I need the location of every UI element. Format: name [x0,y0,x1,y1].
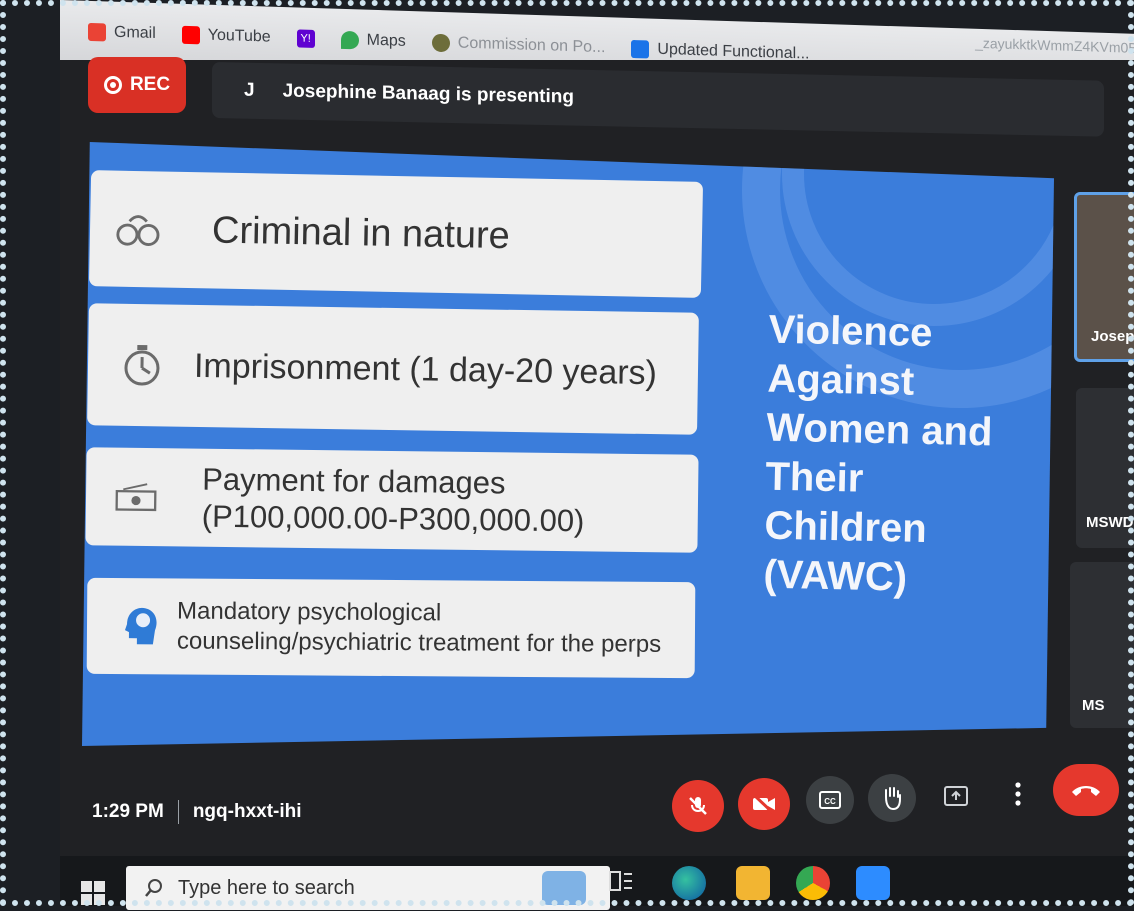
slide-item-text: Payment for damages (P100,000.00-P300,00… [202,461,586,540]
zoom-icon[interactable] [856,866,890,900]
camera-off-icon [752,793,775,815]
stopwatch-icon [120,343,165,388]
svg-text:CC: CC [824,797,836,806]
youtube-icon [181,25,200,45]
search-icon [145,879,162,897]
more-options-button[interactable] [994,770,1042,818]
hand-icon [885,787,901,811]
meeting-code: ngq-hxxt-ihi [192,801,302,822]
edge-browser-icon[interactable] [672,866,706,900]
money-icon [114,475,159,520]
bookmark-gmail[interactable]: Gmail [88,22,156,43]
camera-off-button[interactable] [738,778,790,830]
yahoo-icon: Y! [296,29,315,49]
mic-off-button[interactable] [672,780,724,832]
divider [177,800,179,824]
seal-icon [431,33,450,53]
map-pin-icon [340,30,359,50]
slide-item-text: Criminal in nature [211,208,511,257]
title-line: Women and [766,405,993,455]
bookmark-label: YouTube [207,26,271,46]
phone-hangup-icon [1072,786,1100,796]
bookmark-youtube[interactable]: YouTube [181,25,271,47]
participant-name: Josep [1091,328,1134,345]
bookmark-yahoo[interactable]: Y! [296,29,315,49]
record-icon [103,76,122,94]
meeting-info: 1:29 PM ngq-hxxt-ihi [92,800,302,824]
title-line: Violence [768,307,933,356]
slide-item-text: Imprisonment (1 day-20 years) [193,346,658,392]
participant-name: MSWD [1086,514,1134,531]
participant-tile-ms[interactable]: MS [1070,562,1134,728]
present-screen-button[interactable] [932,772,980,820]
slide-item-text: Mandatory psychological counseling/psych… [177,597,662,660]
participant-tile-josep[interactable]: Josep [1074,192,1134,362]
more-vert-icon [1015,782,1021,806]
payment-line-1: Payment for damages [202,461,506,501]
weather-widget-icon [542,871,586,905]
task-view-icon[interactable] [606,866,640,900]
meeting-time: 1:29 PM [92,801,164,822]
participant-tile-mswd[interactable]: MSWD [1076,388,1134,548]
file-explorer-icon[interactable] [736,866,770,900]
brain-head-icon [119,604,163,648]
slide-item-criminal: Criminal in nature [88,170,704,298]
hang-up-button[interactable] [1053,764,1119,816]
counseling-line-2: counseling/psychiatric treatment for the… [176,627,662,658]
slide-item-imprisonment: Imprisonment (1 day-20 years) [87,303,699,435]
windows-start-icon[interactable] [80,880,106,906]
chrome-icon[interactable] [796,866,830,900]
title-line: Children [764,503,928,552]
bookmark-maps[interactable]: Maps [340,30,406,51]
url-fragment: _zayukktkWmmZ4KVm0BinGF [975,34,1134,57]
docs-icon [631,39,650,59]
slide-title: Violence Against Women and Their Childre… [763,306,995,605]
taskbar-search[interactable]: Type here to search [126,866,610,910]
rec-label: REC [129,74,171,95]
raise-hand-button[interactable] [868,774,916,822]
bookmark-commission[interactable]: Commission on Po... [431,33,606,57]
slide-item-counseling: Mandatory psychological counseling/psych… [86,577,696,679]
counseling-line-1: Mandatory psychological [177,597,442,627]
title-line: (VAWC) [763,552,908,600]
slide-item-payment: Payment for damages (P100,000.00-P300,00… [85,447,699,553]
gmail-icon [88,22,106,42]
captions-button[interactable]: CC [806,776,854,824]
bookmark-label: Maps [366,31,406,50]
bookmark-label: Commission on Po... [457,34,606,57]
handcuffs-icon [116,207,161,252]
presenter-initial: J [244,79,255,101]
participant-name: MS [1082,697,1105,714]
captions-icon: CC [819,791,841,809]
title-line: Their [765,454,864,501]
search-placeholder: Type here to search [178,876,355,899]
payment-line-2: (P100,000.00-P300,000.00) [201,498,585,539]
present-icon [944,786,968,806]
bookmark-label: Gmail [114,23,156,43]
title-line: Against [767,356,915,404]
recording-badge[interactable]: REC [88,57,186,113]
presenter-text: Josephine Banaag is presenting [282,80,574,108]
mic-off-icon [689,797,707,815]
